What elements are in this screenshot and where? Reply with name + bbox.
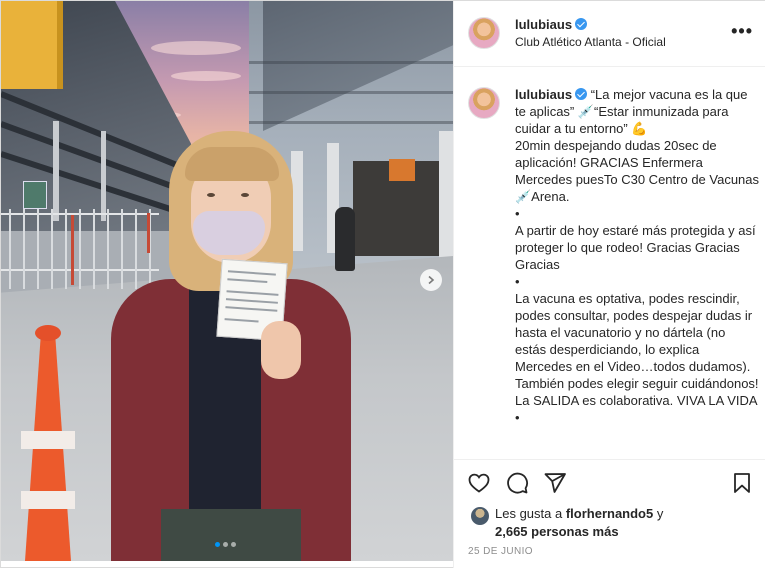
caption-bullet: • [515, 410, 520, 425]
comment-icon [507, 472, 528, 494]
verified-badge-icon [575, 18, 588, 30]
share-button[interactable] [542, 470, 568, 496]
comment-button[interactable] [504, 470, 530, 496]
post-actions: Les gusta a florhernando5 y 2,665 person… [454, 459, 765, 568]
post-location[interactable]: Club Atlético Atlanta - Oficial [515, 35, 666, 49]
share-icon [544, 473, 566, 493]
chevron-right-icon [428, 275, 435, 285]
liker-username[interactable]: florhernando5 [566, 506, 653, 521]
heart-icon [468, 473, 490, 493]
caption-paragraph: La vacuna es optativa, podes rescindir, … [515, 291, 759, 408]
like-button[interactable] [466, 470, 492, 496]
avatar[interactable] [468, 87, 500, 119]
caption-bullet: • [515, 206, 520, 221]
caption-section: lulubiaus “La mejor vacuna es la que te … [454, 67, 765, 459]
caption-username[interactable]: lulubiaus [515, 87, 572, 102]
post-date[interactable]: 25 DE JUNIO [468, 546, 533, 557]
instagram-post: lulubiaus Club Atlético Atlanta - Oficia… [0, 0, 765, 568]
carousel-dot [215, 542, 220, 547]
avatar[interactable] [471, 507, 489, 525]
header-username[interactable]: lulubiaus [515, 17, 572, 32]
post-photo[interactable] [1, 1, 453, 561]
save-button[interactable] [729, 470, 755, 496]
avatar[interactable] [468, 17, 500, 49]
more-options-button[interactable]: ••• [731, 22, 753, 40]
caption-text: lulubiaus “La mejor vacuna es la que te … [515, 86, 759, 426]
caption-bullet: • [515, 274, 520, 289]
carousel-next-button[interactable] [420, 269, 442, 291]
carousel-dots [215, 542, 236, 547]
verified-badge-icon [575, 88, 588, 100]
carousel-dot [231, 542, 236, 547]
carousel-dot [223, 542, 228, 547]
likes-count-link[interactable]: 2,665 personas más [495, 524, 619, 539]
caption-paragraph: A partir de hoy estaré más protegida y a… [515, 223, 756, 272]
caption-paragraph: 20min despejando dudas 20sec de aplicaci… [515, 138, 760, 204]
bookmark-icon [734, 473, 750, 493]
post-side-panel: lulubiaus Club Atlético Atlanta - Oficia… [453, 1, 765, 568]
post-header: lulubiaus Club Atlético Atlanta - Oficia… [454, 1, 765, 67]
